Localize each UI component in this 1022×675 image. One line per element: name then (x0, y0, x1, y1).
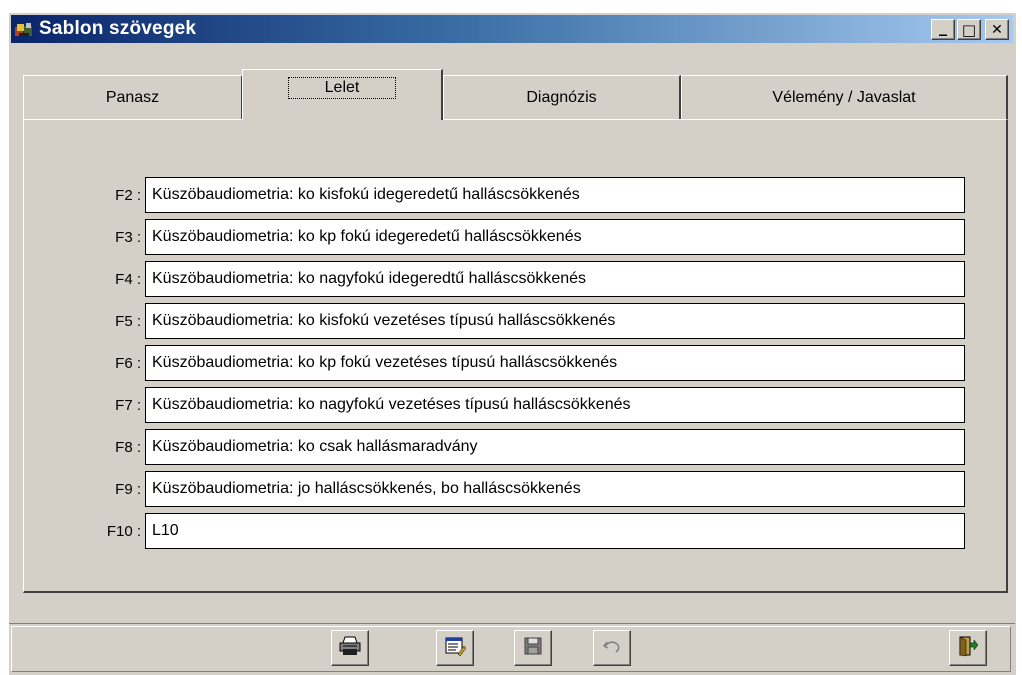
maximize-button[interactable]: □ (957, 19, 981, 40)
minimize-icon: _ (939, 17, 947, 36)
template-text-field[interactable]: L10 (145, 513, 965, 549)
hotkey-label: F5 : (115, 313, 141, 330)
app-icon (15, 22, 33, 37)
template-row: F10 : L10 (24, 513, 1009, 551)
bottom-toolbar (9, 623, 1015, 675)
close-icon: ✕ (991, 21, 1003, 38)
tab-velemeny-javaslat[interactable]: Vélemény / Javaslat (681, 75, 1008, 119)
template-row: F5 : Küszöbaudiometria: ko kisfokú vezet… (24, 303, 1009, 341)
template-row: F9 : Küszöbaudiometria: jo halláscsökken… (24, 471, 1009, 509)
tab-panel-lelet: F2 : Küszöbaudiometria: ko kisfokú idege… (23, 119, 1008, 593)
close-button[interactable]: ✕ (985, 19, 1009, 40)
exit-button[interactable] (949, 630, 987, 666)
template-text-field[interactable]: Küszöbaudiometria: ko kp fokú idegeredet… (145, 219, 965, 255)
template-row: F8 : Küszöbaudiometria: ko csak hallásma… (24, 429, 1009, 467)
edit-button[interactable] (436, 630, 474, 666)
hotkey-label: F6 : (115, 355, 141, 372)
tab-label: Lelet (287, 77, 397, 99)
exit-icon (957, 635, 979, 662)
edit-icon (444, 636, 467, 661)
window: Sablon szövegek _ □ ✕ Panasz Lelet Diagn… (8, 12, 1016, 675)
save-icon (523, 636, 543, 661)
hotkey-label: F7 : (115, 397, 141, 414)
template-text-field[interactable]: Küszöbaudiometria: ko nagyfokú vezetéses… (145, 387, 965, 423)
maximize-icon: □ (961, 20, 977, 39)
print-icon (339, 636, 361, 661)
window-title: Sablon szövegek (39, 18, 197, 39)
template-text-field[interactable]: Küszöbaudiometria: ko kp fokú vezetéses … (145, 345, 965, 381)
template-text-field[interactable]: Küszöbaudiometria: jo halláscsökkenés, b… (145, 471, 965, 507)
template-text-field[interactable]: Küszöbaudiometria: ko kisfokú vezetéses … (145, 303, 965, 339)
undo-button[interactable] (593, 630, 631, 666)
tab-label: Vélemény / Javaslat (772, 88, 916, 106)
hotkey-label: F2 : (115, 187, 141, 204)
tab-diagnozis[interactable]: Diagnózis (443, 75, 681, 119)
minimize-button[interactable]: _ (931, 17, 955, 40)
hotkey-label: F10 : (106, 523, 141, 540)
tab-label: Panasz (105, 88, 160, 106)
tab-lelet[interactable]: Lelet (242, 69, 443, 120)
template-text-field[interactable]: Küszöbaudiometria: ko kisfokú idegeredet… (145, 177, 965, 213)
template-row: F2 : Küszöbaudiometria: ko kisfokú idege… (24, 177, 1009, 215)
tab-control: Panasz Lelet Diagnózis Vélemény / Javasl… (23, 69, 1013, 593)
title-bar[interactable]: Sablon szövegek _ □ ✕ (11, 15, 1013, 43)
hotkey-label: F4 : (115, 271, 141, 288)
toolbar-frame (11, 626, 1011, 672)
template-row: F3 : Küszöbaudiometria: ko kp fokú idege… (24, 219, 1009, 257)
print-button[interactable] (331, 630, 369, 666)
hotkey-label: F9 : (115, 481, 141, 498)
hotkey-label: F8 : (115, 439, 141, 456)
template-row: F7 : Küszöbaudiometria: ko nagyfokú veze… (24, 387, 1009, 425)
template-row: F4 : Küszöbaudiometria: ko nagyfokú ideg… (24, 261, 1009, 299)
tab-panasz[interactable]: Panasz (23, 75, 243, 119)
template-text-field[interactable]: Küszöbaudiometria: ko nagyfokú idegeredt… (145, 261, 965, 297)
hotkey-label: F3 : (115, 229, 141, 246)
tab-label: Diagnózis (526, 88, 597, 106)
undo-icon (602, 637, 622, 660)
save-button[interactable] (514, 630, 552, 666)
template-text-field[interactable]: Küszöbaudiometria: ko csak hallásmaradvá… (145, 429, 965, 465)
template-row: F6 : Küszöbaudiometria: ko kp fokú vezet… (24, 345, 1009, 383)
